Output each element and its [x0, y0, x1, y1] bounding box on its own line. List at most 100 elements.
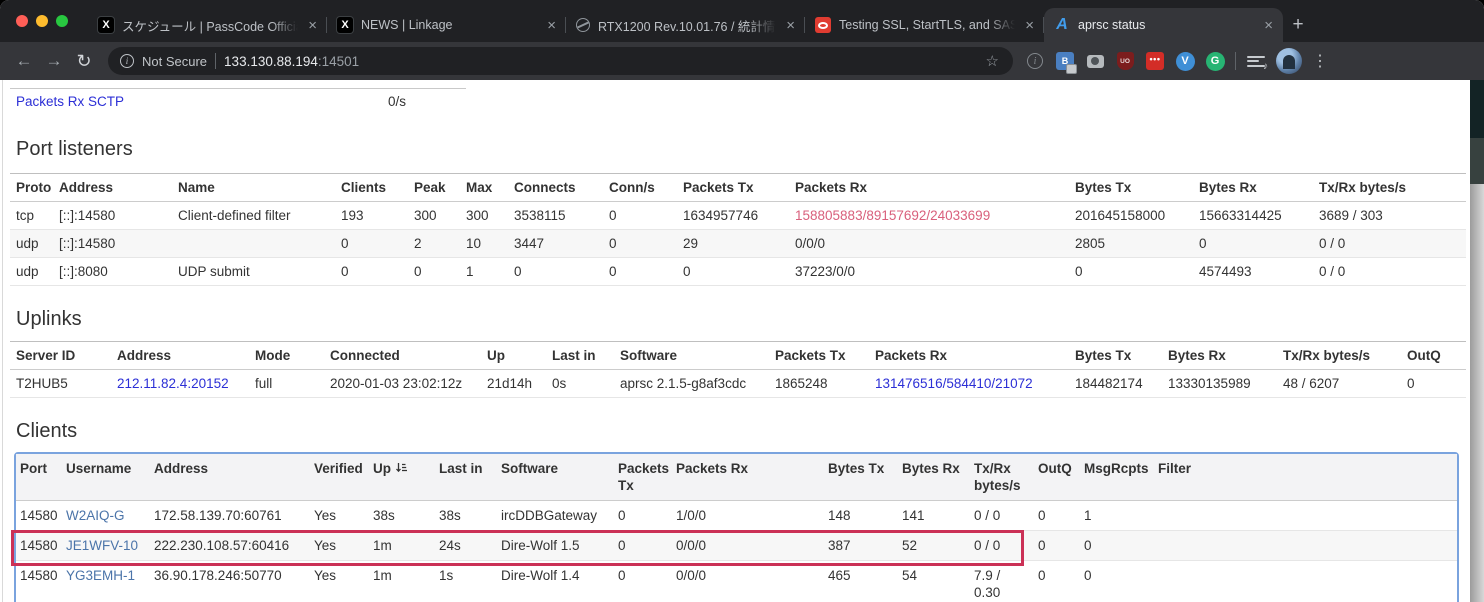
- cell: tcp: [10, 202, 53, 230]
- cell: Dire-Wolf 1.4: [497, 561, 614, 602]
- column-header: Bytes Rx: [1162, 342, 1277, 370]
- client-username-link[interactable]: JE1WFV-10: [62, 531, 150, 561]
- cell: 1: [1080, 501, 1154, 531]
- cell: 1m: [369, 561, 435, 602]
- tab-strip: X スケジュール | PassCode Official × X NEWS | …: [0, 0, 1484, 42]
- menu-kebab-icon[interactable]: ⋮: [1312, 51, 1328, 71]
- cell: 201645158000: [1069, 202, 1193, 230]
- client-username-link[interactable]: YG3EMH-1: [62, 561, 150, 602]
- column-header: OutQ: [1401, 342, 1466, 370]
- tab-close-icon[interactable]: ×: [545, 18, 558, 33]
- tab-close-icon[interactable]: ×: [784, 18, 797, 33]
- tab-testing-ssl[interactable]: Testing SSL, StartTLS, and SASL ×: [805, 8, 1044, 42]
- vimium-icon[interactable]: V: [1175, 51, 1195, 71]
- column-header-bytes-rx[interactable]: Bytes Rx: [898, 454, 970, 501]
- toolbar: ← → ↻ i Not Secure 133.130.88.194:14501 …: [0, 42, 1484, 80]
- tab-close-icon[interactable]: ×: [1262, 18, 1275, 33]
- cell: 222.230.108.57:60416: [150, 531, 310, 561]
- cell: 48 / 6207: [1277, 370, 1401, 398]
- cell: 172.58.139.70:60761: [150, 501, 310, 531]
- tab-close-icon[interactable]: ×: [1023, 18, 1036, 33]
- uplinks-heading: Uplinks: [16, 308, 1484, 331]
- cell: 387: [824, 531, 898, 561]
- tab-aprsc-status[interactable]: A aprsc status ×: [1044, 8, 1283, 42]
- client-username-link[interactable]: W2AIQ-G: [62, 501, 150, 531]
- cell: aprsc 2.1.5-g8af3cdc: [614, 370, 769, 398]
- column-header: Tx/Rx bytes/s: [1313, 174, 1466, 202]
- cell: 14580: [16, 501, 62, 531]
- column-header: Conn/s: [603, 174, 677, 202]
- cell: [1154, 531, 1457, 561]
- back-button[interactable]: ←: [10, 47, 38, 75]
- url-text[interactable]: 133.130.88.194:14501: [224, 54, 978, 69]
- url-host: 133.130.88.194: [224, 54, 318, 69]
- cell: T2HUB5: [10, 370, 111, 398]
- cell: 0: [1193, 230, 1313, 258]
- zoom-window-button[interactable]: [56, 15, 68, 27]
- column-header-filter[interactable]: Filter: [1154, 454, 1457, 501]
- scrollbar-thumb[interactable]: [1470, 138, 1484, 184]
- blue-extension-icon[interactable]: B: [1055, 51, 1075, 71]
- cell: 0: [614, 531, 672, 561]
- column-header-username[interactable]: Username: [62, 454, 150, 501]
- address-bar[interactable]: i Not Secure 133.130.88.194:14501 ☆: [108, 47, 1013, 75]
- column-header-txrx[interactable]: Tx/Rx bytes/s: [970, 454, 1034, 501]
- grammarly-icon[interactable]: G: [1205, 51, 1225, 71]
- site-info-extension-icon[interactable]: i: [1025, 51, 1045, 71]
- media-controls-icon[interactable]: ♪: [1246, 51, 1266, 71]
- packets-rx-sctp-link[interactable]: Packets Rx SCTP: [16, 94, 388, 109]
- cell: 15663314425: [1193, 202, 1313, 230]
- new-tab-button[interactable]: +: [1283, 8, 1313, 42]
- clients-table: Port Username Address Verified Up Last i…: [16, 454, 1457, 602]
- minimize-window-button[interactable]: [36, 15, 48, 27]
- table-row: udp [::]:8080 UDP submit 0 0 1 0 0 0 372…: [10, 258, 1466, 286]
- cell: 21d14h: [481, 370, 546, 398]
- cell: 14580: [16, 561, 62, 602]
- cell: 0 / 0: [970, 531, 1034, 561]
- column-header-verified[interactable]: Verified: [310, 454, 369, 501]
- scrollbar[interactable]: [1470, 80, 1484, 602]
- tab-news-linkage[interactable]: X NEWS | Linkage ×: [327, 8, 566, 42]
- column-header-address[interactable]: Address: [150, 454, 310, 501]
- forward-button[interactable]: →: [40, 47, 68, 75]
- page-content: Packets Rx SCTP 0/s Port listeners Proto…: [0, 80, 1484, 602]
- cell: 465: [824, 561, 898, 602]
- page-info-icon[interactable]: i: [120, 54, 134, 68]
- column-header-outq[interactable]: OutQ: [1034, 454, 1080, 501]
- scrollbar-track-top: [1470, 80, 1484, 138]
- ublock-origin-icon[interactable]: UO: [1115, 51, 1135, 71]
- tab-rtx1200[interactable]: RTX1200 Rev.10.01.76 / 統計情報 ×: [566, 8, 805, 42]
- profile-avatar[interactable]: [1276, 48, 1302, 74]
- column-header-software[interactable]: Software: [497, 454, 614, 501]
- column-header: Address: [53, 174, 172, 202]
- tab-passcode[interactable]: X スケジュール | PassCode Official ×: [88, 8, 327, 42]
- cell: 2805: [1069, 230, 1193, 258]
- cell: 24s: [435, 531, 497, 561]
- cell: 1s: [435, 561, 497, 602]
- column-header: Address: [111, 342, 249, 370]
- bookmark-star-icon[interactable]: ☆: [986, 52, 1001, 70]
- globe-icon: [576, 18, 590, 32]
- screenshot-camera-icon[interactable]: [1085, 51, 1105, 71]
- lastpass-icon[interactable]: •••: [1145, 51, 1165, 71]
- tab-title: NEWS | Linkage: [361, 18, 537, 32]
- column-header: Software: [614, 342, 769, 370]
- cell: 37223/0/0: [789, 258, 1069, 286]
- tab-close-icon[interactable]: ×: [306, 18, 319, 33]
- column-header-up[interactable]: Up: [369, 454, 435, 501]
- cell: 7.9 / 0.30: [970, 561, 1034, 602]
- table-row: T2HUB5 212.11.82.4:20152 full 2020-01-03…: [10, 370, 1466, 398]
- reload-button[interactable]: ↻: [70, 47, 98, 75]
- uplink-packets-rx-link[interactable]: 131476516/584410/21072: [869, 370, 1069, 398]
- column-header-msgrcpts[interactable]: MsgRcpts: [1080, 454, 1154, 501]
- cell: 38s: [369, 501, 435, 531]
- cell: 300: [408, 202, 460, 230]
- uplink-address-link[interactable]: 212.11.82.4:20152: [111, 370, 249, 398]
- column-header-packets-rx[interactable]: Packets Rx: [672, 454, 824, 501]
- column-header-bytes-tx[interactable]: Bytes Tx: [824, 454, 898, 501]
- cell: 1634957746: [677, 202, 789, 230]
- close-window-button[interactable]: [16, 15, 28, 27]
- column-header-last-in[interactable]: Last in: [435, 454, 497, 501]
- column-header-port[interactable]: Port: [16, 454, 62, 501]
- column-header-packets-tx[interactable]: Packets Tx: [614, 454, 672, 501]
